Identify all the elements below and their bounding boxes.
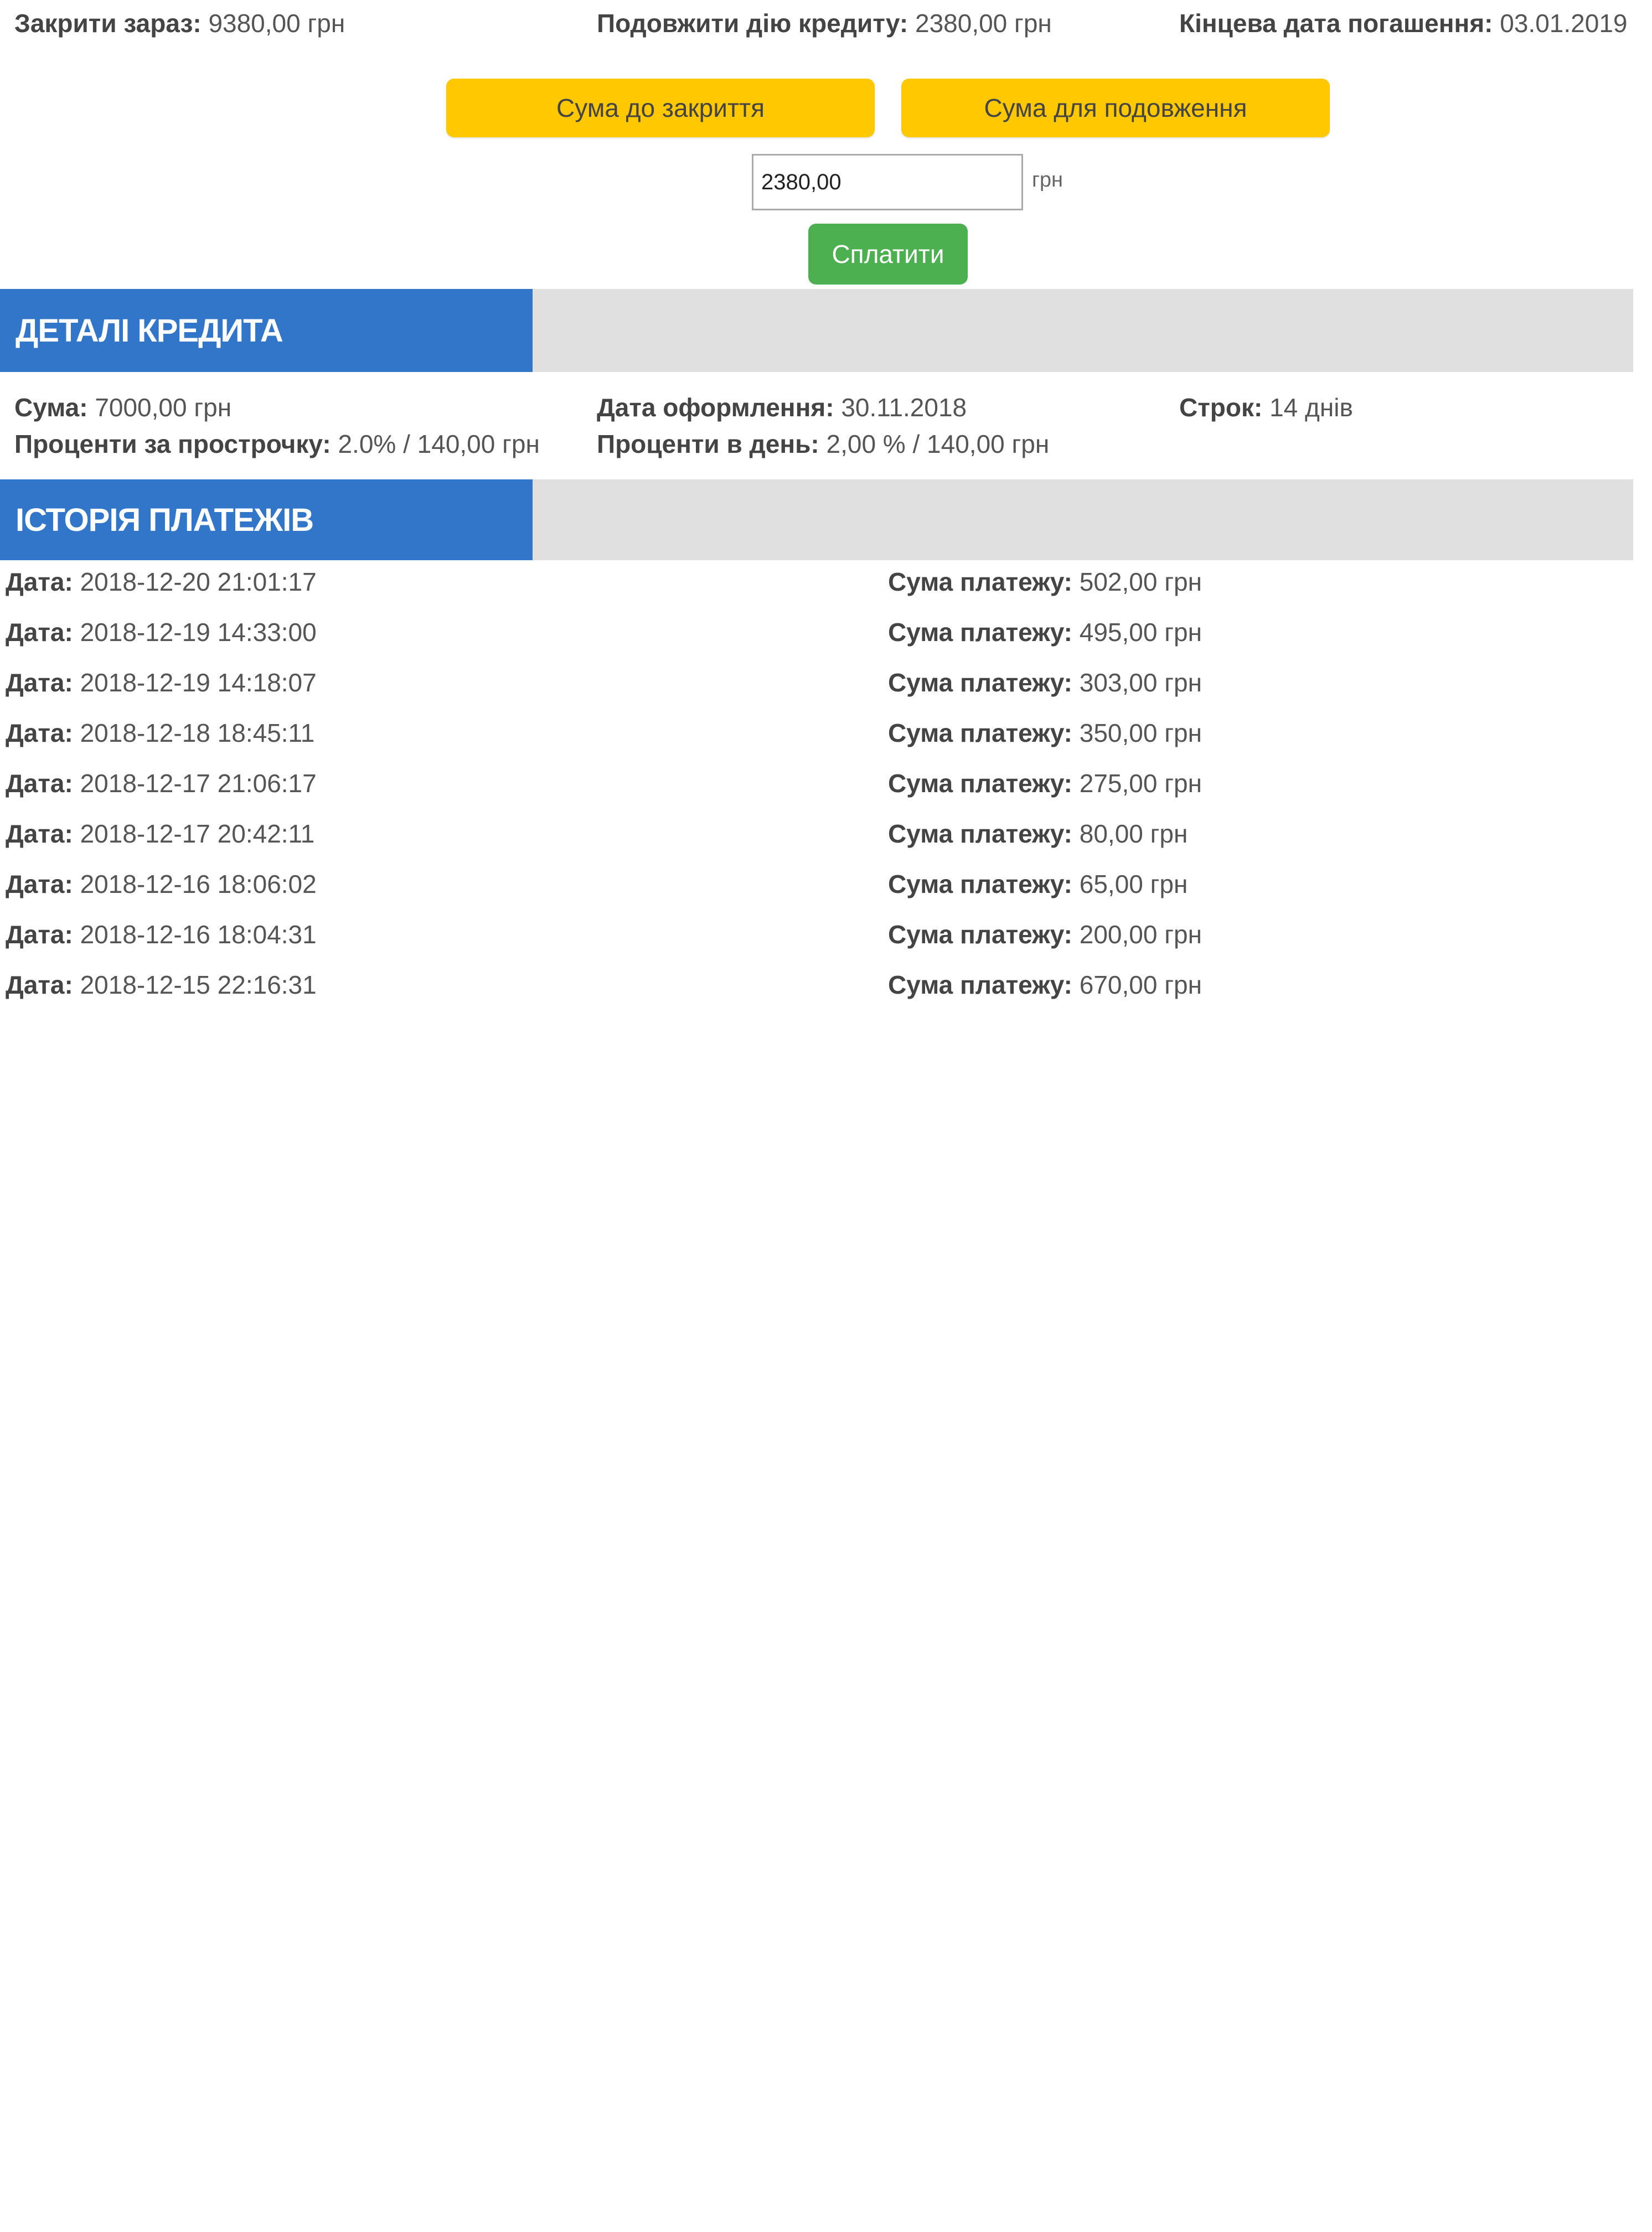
payment-date: Дата: 2018-12-15 22:16:31	[6, 968, 317, 1002]
payment-amount-label: Сума платежу:	[888, 819, 1072, 848]
payment-amount-label: Сума платежу:	[888, 668, 1072, 697]
payment-date-value: 2018-12-17 21:06:17	[80, 769, 317, 798]
payment-amount: Сума платежу: 303,00 грн	[888, 665, 1202, 700]
credit-details-header: ДЕТАЛІ КРЕДИТА	[0, 289, 1633, 372]
payment-amount: Сума платежу: 65,00 грн	[888, 867, 1188, 901]
payment-amount-value: 670,00 грн	[1079, 970, 1202, 999]
payment-row: Дата: 2018-12-17 21:06:17 Сума платежу: …	[0, 766, 1633, 800]
close-now-label: Закрити зараз:	[14, 9, 202, 38]
payment-row: Дата: 2018-12-16 18:04:31 Сума платежу: …	[0, 917, 1633, 952]
payment-amount-value: 80,00 грн	[1079, 819, 1188, 848]
payment-amount-label: Сума платежу:	[888, 870, 1072, 898]
detail-amount-label: Сума:	[14, 393, 88, 422]
payment-amount: Сума платежу: 275,00 грн	[888, 766, 1202, 800]
detail-amount-value: 7000,00 грн	[95, 393, 232, 422]
payment-date: Дата: 2018-12-17 20:42:11	[6, 817, 314, 851]
detail-overdue-label: Проценти за прострочку:	[14, 430, 331, 458]
detail-amount: Сума: 7000,00 грн	[14, 392, 231, 423]
detail-issue-date-value: 30.11.2018	[841, 393, 967, 422]
payment-amount: Сума платежу: 495,00 грн	[888, 615, 1202, 649]
end-date-label: Кінцева дата погашення:	[1179, 9, 1493, 38]
payment-date: Дата: 2018-12-16 18:04:31	[6, 917, 317, 952]
payment-date-label: Дата:	[6, 567, 73, 596]
detail-term-value: 14 днів	[1269, 393, 1353, 422]
payment-amount-value: 350,00 грн	[1079, 719, 1202, 747]
currency-label: грн	[1032, 168, 1063, 192]
payment-amount-input[interactable]	[752, 154, 1023, 210]
payment-amount-label: Сума платежу:	[888, 618, 1072, 647]
payment-date-value: 2018-12-17 20:42:11	[80, 819, 315, 848]
detail-issue-date: Дата оформлення: 30.11.2018	[597, 392, 967, 423]
payment-date-value: 2018-12-16 18:06:02	[80, 870, 317, 898]
payment-amount-value: 200,00 грн	[1079, 920, 1202, 949]
payment-amount: Сума платежу: 350,00 грн	[888, 716, 1202, 750]
payment-amount: Сума платежу: 502,00 грн	[888, 565, 1202, 599]
payment-date: Дата: 2018-12-19 14:33:00	[6, 615, 317, 649]
credit-page: Закрити зараз: 9380,00 грн Подовжити дію…	[0, 0, 1652, 2232]
payment-amount-value: 502,00 грн	[1079, 567, 1202, 596]
payment-row: Дата: 2018-12-17 20:42:11 Сума платежу: …	[0, 817, 1633, 851]
payment-history-title: ІСТОРІЯ ПЛАТЕЖІВ	[0, 479, 533, 560]
extend-credit-summary: Подовжити дію кредиту: 2380,00 грн	[597, 8, 1052, 39]
detail-term-label: Строк:	[1179, 393, 1263, 422]
payment-row: Дата: 2018-12-19 14:33:00 Сума платежу: …	[0, 615, 1633, 649]
payment-amount-value: 275,00 грн	[1079, 769, 1202, 798]
payment-amount-label: Сума платежу:	[888, 769, 1072, 798]
payment-date-value: 2018-12-18 18:45:11	[80, 719, 315, 747]
payment-row: Дата: 2018-12-19 14:18:07 Сума платежу: …	[0, 665, 1633, 700]
close-now-summary: Закрити зараз: 9380,00 грн	[14, 8, 345, 39]
payment-date-label: Дата:	[6, 870, 73, 898]
detail-overdue-interest: Проценти за прострочку: 2.0% / 140,00 гр…	[14, 428, 540, 459]
payment-date-value: 2018-12-16 18:04:31	[80, 920, 317, 949]
payment-date-value: 2018-12-15 22:16:31	[80, 970, 317, 999]
payment-row: Дата: 2018-12-16 18:06:02 Сума платежу: …	[0, 867, 1633, 901]
extend-credit-label: Подовжити дію кредиту:	[597, 9, 908, 38]
payment-date-value: 2018-12-20 21:01:17	[80, 567, 317, 596]
payment-amount-value: 495,00 грн	[1079, 618, 1202, 647]
payment-amount: Сума платежу: 670,00 грн	[888, 968, 1202, 1002]
detail-daily-label: Проценти в день:	[597, 430, 819, 458]
payment-date-label: Дата:	[6, 769, 73, 798]
payment-amount-value: 303,00 грн	[1079, 668, 1202, 697]
payment-date-label: Дата:	[6, 970, 73, 999]
payment-date-label: Дата:	[6, 819, 73, 848]
payment-date-value: 2018-12-19 14:18:07	[80, 668, 317, 697]
payment-amount-label: Сума платежу:	[888, 719, 1072, 747]
detail-daily-value: 2,00 % / 140,00 грн	[826, 430, 1050, 458]
payment-amount: Сума платежу: 80,00 грн	[888, 817, 1188, 851]
payment-date-value: 2018-12-19 14:33:00	[80, 618, 317, 647]
payment-date: Дата: 2018-12-18 18:45:11	[6, 716, 314, 750]
end-date-value: 03.01.2019	[1500, 9, 1628, 38]
payment-amount-label: Сума платежу:	[888, 920, 1072, 949]
detail-daily-interest: Проценти в день: 2,00 % / 140,00 грн	[597, 428, 1049, 459]
payment-amount: Сума платежу: 200,00 грн	[888, 917, 1202, 952]
payment-history-header: ІСТОРІЯ ПЛАТЕЖІВ	[0, 479, 1633, 560]
extend-amount-button[interactable]: Сума для подовження	[901, 79, 1330, 137]
payment-date: Дата: 2018-12-17 21:06:17	[6, 766, 317, 800]
payment-amount-value: 65,00 грн	[1079, 870, 1188, 898]
payment-date-label: Дата:	[6, 719, 73, 747]
payment-amount-label: Сума платежу:	[888, 970, 1072, 999]
payment-date-label: Дата:	[6, 618, 73, 647]
extend-credit-value: 2380,00 грн	[915, 9, 1052, 38]
payment-amount-label: Сума платежу:	[888, 567, 1072, 596]
detail-term: Строк: 14 днів	[1179, 392, 1353, 423]
end-date-summary: Кінцева дата погашення: 03.01.2019	[1179, 8, 1628, 39]
close-amount-button[interactable]: Сума до закриття	[446, 79, 875, 137]
payment-date-label: Дата:	[6, 668, 73, 697]
payment-date: Дата: 2018-12-19 14:18:07	[6, 665, 317, 700]
payment-date: Дата: 2018-12-20 21:01:17	[6, 565, 317, 599]
payment-row: Дата: 2018-12-15 22:16:31 Сума платежу: …	[0, 968, 1633, 1002]
payment-date-label: Дата:	[6, 920, 73, 949]
pay-button[interactable]: Сплатити	[808, 224, 968, 285]
close-now-value: 9380,00 грн	[208, 9, 345, 38]
payment-row: Дата: 2018-12-20 21:01:17 Сума платежу: …	[0, 565, 1633, 599]
payment-row: Дата: 2018-12-18 18:45:11 Сума платежу: …	[0, 716, 1633, 750]
detail-overdue-value: 2.0% / 140,00 грн	[338, 430, 540, 458]
payment-date: Дата: 2018-12-16 18:06:02	[6, 867, 317, 901]
credit-details-title: ДЕТАЛІ КРЕДИТА	[0, 289, 533, 372]
detail-issue-date-label: Дата оформлення:	[597, 393, 834, 422]
